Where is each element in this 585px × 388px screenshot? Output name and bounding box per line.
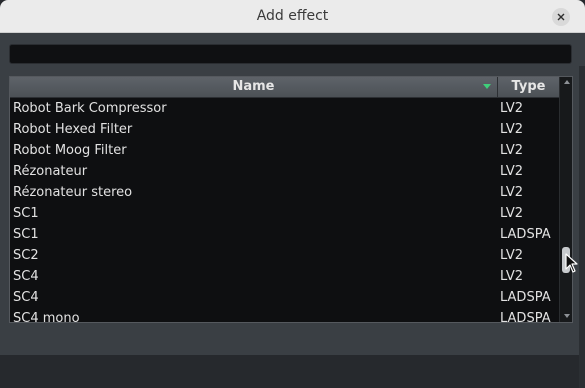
effect-type-cell: LV2 [500,206,523,221]
close-icon [557,13,565,21]
table-row[interactable]: SC4 LADSPA [10,287,559,308]
effect-name-cell: Rézonateur stereo [13,185,133,200]
effect-type-cell: LV2 [500,143,523,158]
effect-type-cell: LADSPA [500,227,551,242]
effect-name-cell: SC4 [13,290,39,305]
close-button[interactable] [552,8,570,26]
effect-type-cell: LV2 [500,101,523,116]
column-header-type[interactable]: Type [498,77,559,97]
effect-type-cell: LADSPA [500,290,551,305]
effect-name-cell: SC4 mono [13,311,80,323]
vertical-scrollbar[interactable] [559,77,572,322]
effect-type-cell: LV2 [500,185,523,200]
title-bar[interactable]: Add effect [0,0,585,33]
table-row[interactable]: SC1 LV2 [10,203,559,224]
effects-table: Name Type Robot Bark Compressor LV2 Robot … [9,76,573,323]
table-row[interactable]: Robot Bark Compressor LV2 [10,98,559,119]
search-input[interactable] [9,44,572,64]
effect-type-cell: LV2 [500,269,523,284]
effect-name-cell: Robot Hexed Filter [13,122,133,137]
table-row[interactable]: Robot Hexed Filter LV2 [10,119,559,140]
effect-name-cell: Robot Bark Compressor [13,101,167,116]
effect-type-cell: LV2 [500,164,523,179]
table-row[interactable]: SC4 mono LADSPA [10,308,559,323]
table-row[interactable]: Rézonateur stereo LV2 [10,182,559,203]
table-row[interactable]: SC1 LADSPA [10,224,559,245]
table-header: Name Type [10,77,559,98]
window-edge [579,66,585,388]
effect-name-cell: SC1 [13,227,39,242]
effect-type-cell: LADSPA [500,311,551,323]
effect-name-cell: Rézonateur [13,164,88,179]
table-body: Robot Bark Compressor LV2 Robot Hexed Filt… [10,98,559,323]
column-header-name[interactable]: Name [10,77,498,97]
effect-type-cell: LV2 [500,122,523,137]
dialog-body: Name Type Robot Bark Compressor LV2 Robot … [0,33,585,388]
table-row[interactable]: SC4 LV2 [10,266,559,287]
effect-name-cell: SC2 [13,248,39,263]
table-row[interactable]: Rézonateur LV2 [10,161,559,182]
effect-name-cell: Robot Moog Filter [13,143,127,158]
mouse-cursor-icon [565,253,578,273]
scroll-up-arrow-icon[interactable] [564,80,570,84]
sort-descending-icon [483,84,491,89]
effect-type-cell: LV2 [500,248,523,263]
effect-name-cell: SC1 [13,206,39,221]
scroll-down-arrow-icon[interactable] [564,314,570,318]
table-row[interactable]: Robot Moog Filter LV2 [10,140,559,161]
table-row[interactable]: SC2 LV2 [10,245,559,266]
effect-name-cell: SC4 [13,269,39,284]
window-title: Add effect [256,8,329,24]
